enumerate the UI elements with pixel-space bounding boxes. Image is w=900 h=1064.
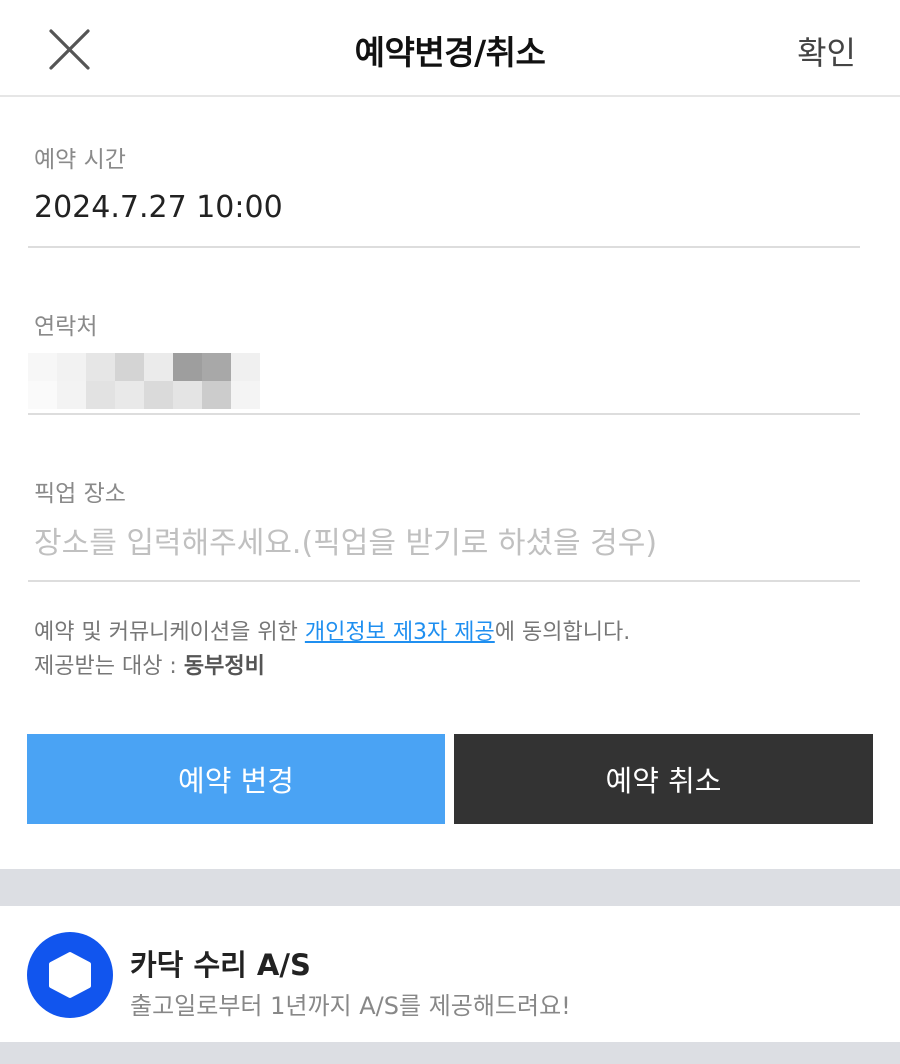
reservation-time-value[interactable]: 2024.7.27 10:00 [34, 190, 283, 225]
consent-suffix: 에 동의합니다. [494, 620, 631, 645]
cancel-reservation-button[interactable]: 예약 취소 [454, 734, 873, 824]
bottom-divider [0, 1042, 900, 1064]
reservation-time-label: 예약 시간 [34, 147, 126, 173]
recipient-name: 동부정비 [183, 654, 265, 679]
reservation-time-field[interactable]: 예약 시간 2024.7.27 10:00 [28, 130, 860, 248]
privacy-consent-notice: 예약 및 커뮤니케이션을 위한 개인정보 제3자 제공에 동의합니다. 제공받는… [34, 616, 630, 684]
as-service-banner[interactable]: 카닥 수리 A/S 출고일로부터 1년까지 A/S를 제공해드려요! [0, 906, 900, 1042]
contact-label: 연락처 [34, 314, 98, 340]
recipient-label: 제공받는 대상 : [34, 654, 184, 679]
change-reservation-label: 예약 변경 [178, 764, 294, 798]
consent-line: 예약 및 커뮤니케이션을 위한 개인정보 제3자 제공에 동의합니다. [34, 616, 630, 650]
consent-prefix: 예약 및 커뮤니케이션을 위한 [34, 620, 305, 645]
section-divider [0, 869, 900, 906]
third-party-privacy-link[interactable]: 개인정보 제3자 제공 [305, 620, 495, 645]
page-title: 예약변경/취소 [354, 33, 546, 72]
banner-title: 카닥 수리 A/S [130, 948, 311, 982]
cardoc-logo [27, 932, 113, 1018]
cancel-reservation-label: 예약 취소 [605, 764, 722, 798]
confirm-button[interactable]: 확인 [797, 28, 856, 74]
banner-subtitle: 출고일로부터 1년까지 A/S를 제공해드려요! [130, 992, 571, 1020]
hexagon-logo-icon [49, 952, 91, 998]
change-reservation-button[interactable]: 예약 변경 [27, 734, 445, 824]
contact-value-redacted [28, 353, 260, 409]
top-app-bar: 예약변경/취소 확인 [0, 0, 900, 97]
pickup-location-field[interactable]: 픽업 장소 [28, 464, 860, 582]
contact-field[interactable]: 연락처 [28, 297, 860, 415]
pickup-location-input[interactable] [28, 520, 860, 566]
recipient-line: 제공받는 대상 : 동부정비 [34, 650, 630, 684]
pickup-location-label: 픽업 장소 [34, 481, 126, 507]
